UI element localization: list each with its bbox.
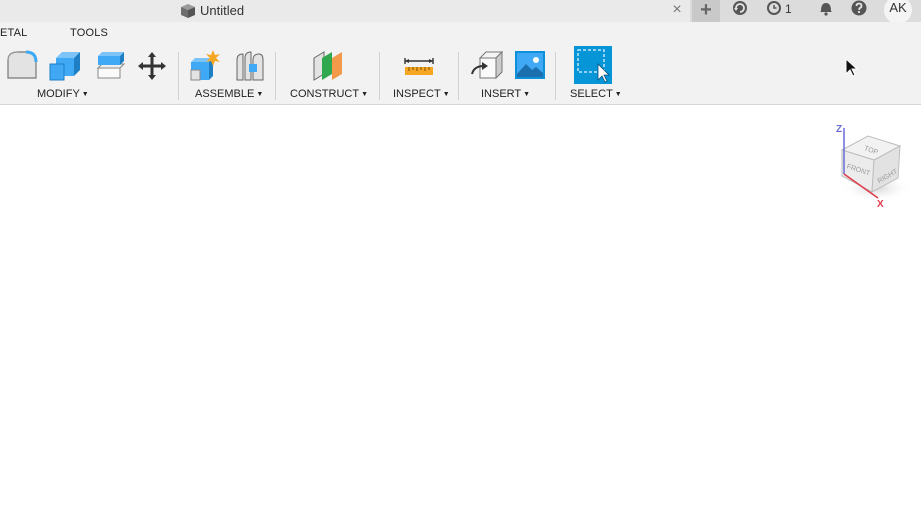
insert-label: INSERT — [481, 88, 522, 100]
chevron-down-icon: ▼ — [81, 91, 89, 98]
new-component-icon[interactable] — [187, 48, 223, 84]
divider — [379, 52, 380, 100]
design-canvas[interactable] — [0, 106, 921, 532]
assemble-label: ASSEMBLE — [195, 88, 255, 100]
insert-menu[interactable]: INSERT ▼ — [481, 88, 530, 100]
bell-icon[interactable] — [816, 0, 836, 22]
document-title: Untitled — [200, 3, 245, 18]
shell-icon[interactable] — [48, 48, 84, 84]
chevron-down-icon: ▼ — [256, 91, 264, 98]
viewcube[interactable]: Z X TOP FRONT RIGHT — [832, 120, 912, 210]
clock-icon[interactable] — [764, 0, 784, 22]
measure-icon[interactable] — [401, 48, 437, 84]
select-menu[interactable]: SELECT ▼ — [570, 88, 622, 100]
inspect-menu[interactable]: INSPECT ▼ — [393, 88, 450, 100]
insert-image-icon[interactable] — [512, 48, 548, 84]
insert-derive-icon[interactable] — [470, 48, 506, 84]
modify-menu[interactable]: MODIFY ▼ — [37, 88, 89, 100]
recover-icon[interactable] — [730, 0, 750, 22]
document-tab[interactable]: Untitled × — [0, 0, 690, 22]
toolbar-ribbon: ETAL TOOLS MODIFY ▼ ASSEMBLE ▼ CONSTRUCT… — [0, 22, 921, 105]
construct-menu[interactable]: CONSTRUCT ▼ — [290, 88, 368, 100]
chevron-down-icon: ▼ — [523, 91, 531, 98]
offset-plane-icon[interactable] — [310, 48, 346, 84]
box-icon — [180, 3, 196, 19]
move-icon[interactable] — [134, 48, 170, 84]
combine-icon[interactable] — [92, 48, 128, 84]
chevron-down-icon: ▼ — [442, 91, 450, 98]
inspect-label: INSPECT — [393, 88, 441, 100]
help-icon[interactable] — [849, 0, 869, 22]
plus-icon[interactable]: + — [692, 0, 720, 22]
title-bar: Untitled × + 1 AK — [0, 0, 921, 24]
axis-z-label: Z — [836, 124, 842, 135]
select-label: SELECT — [570, 88, 613, 100]
mouse-cursor-icon — [845, 57, 859, 78]
joint-icon[interactable] — [231, 48, 267, 84]
close-icon[interactable]: × — [669, 1, 685, 19]
tab-sheet-metal[interactable]: ETAL — [0, 27, 28, 39]
divider — [178, 52, 179, 100]
axis-x-label: X — [877, 199, 884, 210]
construct-label: CONSTRUCT — [290, 88, 360, 100]
fillet-icon[interactable] — [4, 48, 40, 84]
assemble-menu[interactable]: ASSEMBLE ▼ — [195, 88, 263, 100]
chevron-down-icon: ▼ — [614, 91, 622, 98]
modify-label: MODIFY — [37, 88, 80, 100]
divider — [555, 52, 556, 100]
divider — [458, 52, 459, 100]
tab-tools[interactable]: TOOLS — [70, 27, 108, 39]
jobs-count: 1 — [785, 2, 792, 16]
select-icon[interactable] — [574, 46, 612, 84]
chevron-down-icon: ▼ — [361, 91, 368, 98]
divider — [275, 52, 276, 100]
